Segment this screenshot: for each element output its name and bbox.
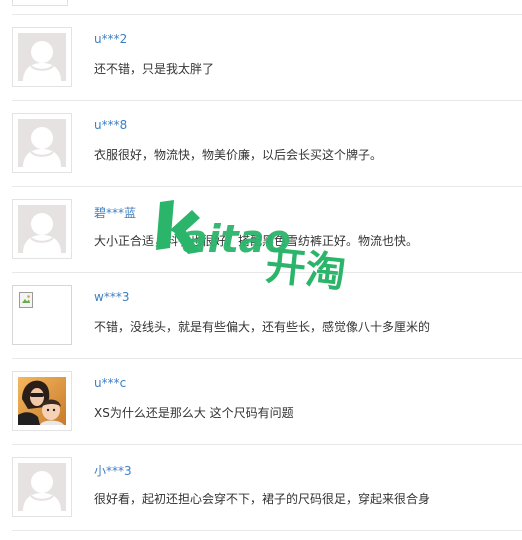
avatar[interactable] [12, 457, 72, 517]
review-username[interactable]: u***c [94, 376, 126, 390]
review-item: u***2 还不错，只是我太胖了 [12, 15, 522, 101]
review-comment: 很好看，起初还担心会穿不下，裙子的尺码很足，穿起来很合身 [94, 492, 431, 506]
default-avatar-icon [18, 463, 66, 511]
review-username[interactable]: u***8 [94, 118, 127, 132]
review-comment: XS为什么还是那么大 这个尺码有问题 [94, 406, 294, 420]
default-avatar-icon [18, 205, 66, 253]
review-comment: 不错，没线头，就是有些偏大，还有些长，感觉像八十多厘米的 [94, 320, 431, 334]
avatar[interactable] [12, 285, 72, 345]
review-username[interactable]: 小***3 [94, 462, 132, 479]
avatar[interactable] [12, 199, 72, 259]
review-comment: 还不错，只是我太胖了 [94, 62, 215, 76]
review-username[interactable]: u***2 [94, 32, 127, 46]
previous-avatar-frame [12, 0, 68, 6]
default-avatar-icon [18, 33, 66, 81]
review-comment: 大小正合适，料子也很好。搭配黑色雪纺裤正好。物流也快。 [94, 234, 419, 248]
review-item: u***c XS为什么还是那么大 这个尺码有问题 [12, 359, 522, 445]
review-item: u***8 衣服很好，物流快，物美价廉，以后会长买这个牌子。 [12, 101, 522, 187]
broken-image-icon [19, 292, 33, 308]
review-item: w***3 不错，没线头，就是有些偏大，还有些长，感觉像八十多厘米的 [12, 273, 522, 359]
review-comment: 衣服很好，物流快，物美价廉，以后会长买这个牌子。 [94, 148, 383, 162]
review-username[interactable]: 碧***蓝 [94, 204, 136, 221]
review-username[interactable]: w***3 [94, 290, 129, 304]
user-photo-avatar [18, 377, 66, 425]
avatar[interactable] [12, 113, 72, 173]
review-item: 小***3 很好看，起初还担心会穿不下，裙子的尺码很足，穿起来很合身 [12, 445, 522, 531]
avatar[interactable] [12, 27, 72, 87]
divider [12, 530, 522, 531]
review-item: 碧***蓝 大小正合适，料子也很好。搭配黑色雪纺裤正好。物流也快。 [12, 187, 522, 273]
avatar[interactable] [12, 371, 72, 431]
default-avatar-icon [18, 119, 66, 167]
